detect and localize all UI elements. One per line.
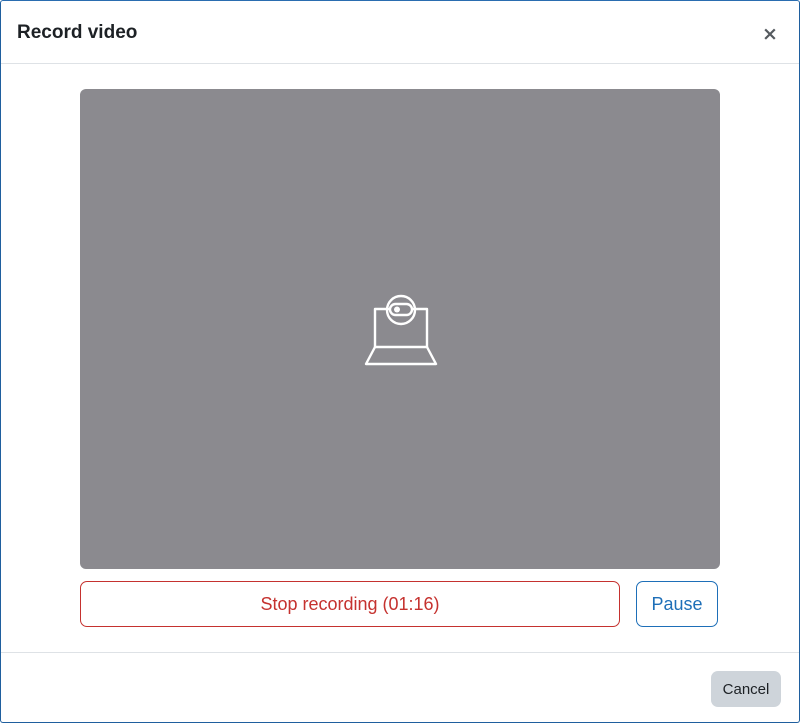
video-preview [80, 89, 720, 569]
close-button[interactable]: × [759, 22, 781, 46]
dialog-title: Record video [17, 22, 138, 43]
stop-recording-button[interactable]: Stop recording (01:16) [80, 581, 620, 627]
webcam-icon [364, 294, 438, 366]
record-video-dialog: Record video × Stop recording (01:16) Pa… [0, 0, 800, 723]
dialog-footer: Cancel [1, 652, 799, 722]
cancel-button[interactable]: Cancel [711, 671, 781, 707]
dialog-header: Record video × [1, 1, 799, 64]
pause-button[interactable]: Pause [636, 581, 718, 627]
